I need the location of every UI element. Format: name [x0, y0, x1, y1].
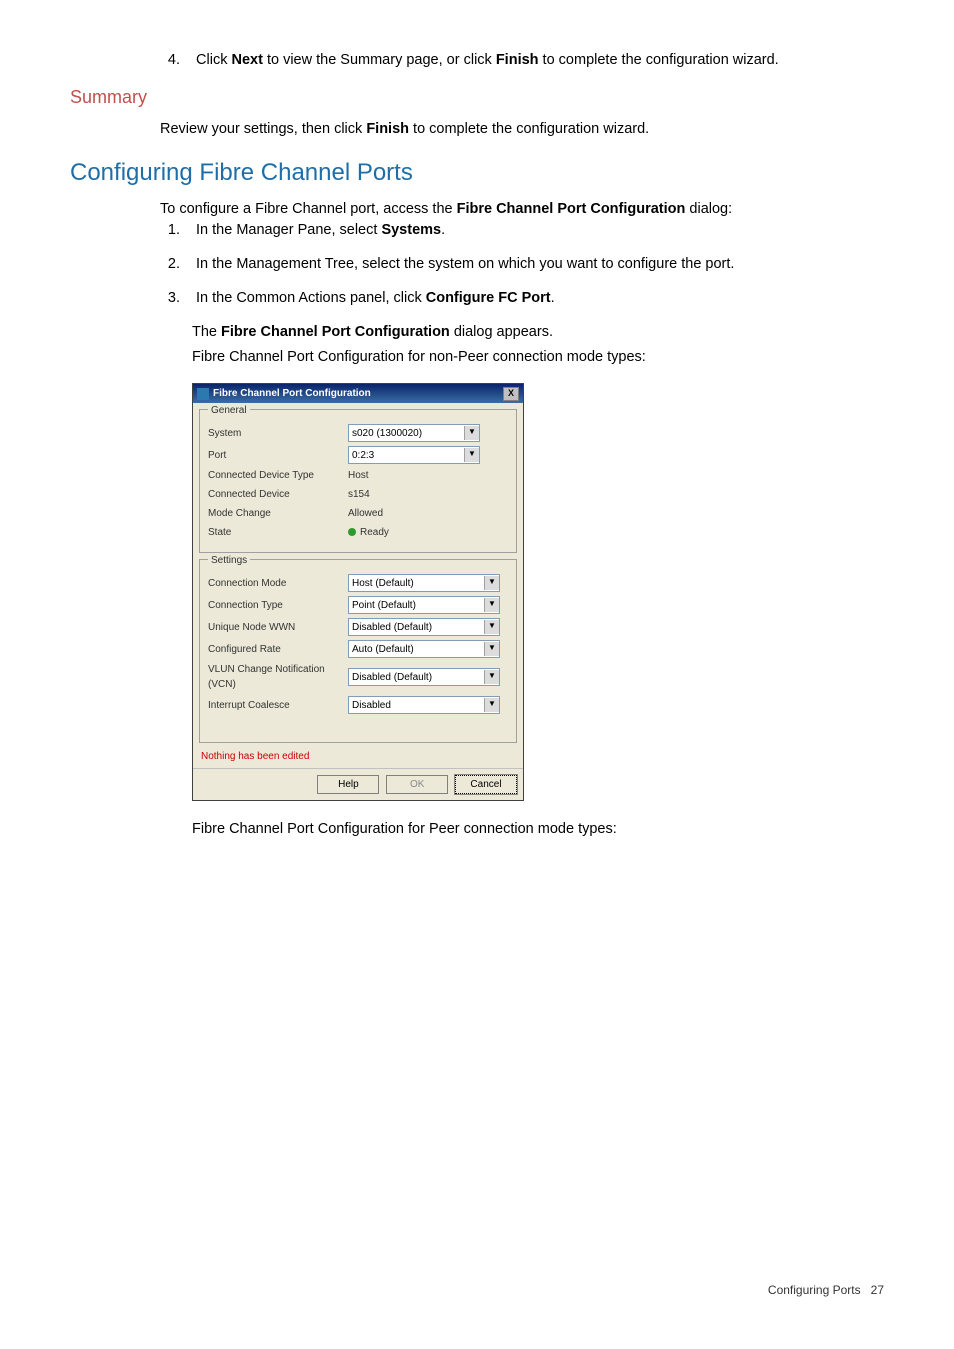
step-number: 2.: [160, 254, 180, 276]
config-intro: To configure a Fibre Channel port, acces…: [160, 199, 884, 221]
connection-mode-dropdown[interactable]: Host (Default)▼: [348, 574, 500, 592]
step-number: 1.: [160, 220, 180, 242]
fc-port-config-dialog: Fibre Channel Port Configuration X Gener…: [192, 383, 524, 801]
dialog-buttonbar: Help OK Cancel: [193, 768, 523, 800]
dialog-title-text: Fibre Channel Port Configuration: [213, 386, 371, 401]
connection-mode-label: Connection Mode: [208, 576, 348, 591]
dialog-titlebar[interactable]: Fibre Channel Port Configuration X: [193, 384, 523, 403]
step-number: 3.: [160, 288, 180, 310]
dialog-appears-text: The Fibre Channel Port Configuration dia…: [192, 322, 884, 344]
state-value: Ready: [348, 525, 389, 540]
chevron-down-icon[interactable]: ▼: [484, 620, 499, 634]
interrupt-coalesce-label: Interrupt Coalesce: [208, 698, 348, 713]
general-fieldset: General System s020 (1300020) ▼ Port 0:2…: [199, 409, 517, 553]
page-footer: Configuring Ports 27: [70, 1281, 884, 1299]
cancel-button[interactable]: Cancel: [455, 775, 517, 794]
unique-node-wwn-label: Unique Node WWN: [208, 620, 348, 635]
vcn-label: VLUN Change Notification (VCN): [208, 662, 348, 692]
interrupt-coalesce-dropdown[interactable]: Disabled▼: [348, 696, 500, 714]
mode-change-value: Allowed: [348, 506, 383, 521]
chevron-down-icon[interactable]: ▼: [464, 426, 479, 440]
help-button[interactable]: Help: [317, 775, 379, 794]
config-step-3: 3. In the Common Actions panel, click Co…: [160, 288, 884, 310]
system-dropdown[interactable]: s020 (1300020) ▼: [348, 424, 480, 442]
general-legend: General: [208, 403, 250, 418]
chevron-down-icon[interactable]: ▼: [484, 670, 499, 684]
footer-page: 27: [871, 1283, 884, 1297]
unique-node-wwn-dropdown[interactable]: Disabled (Default)▼: [348, 618, 500, 636]
settings-legend: Settings: [208, 553, 250, 568]
connected-device-type-value: Host: [348, 468, 369, 483]
configuring-heading: Configuring Fibre Channel Ports: [70, 155, 884, 191]
summary-heading: Summary: [70, 84, 884, 111]
port-label: Port: [208, 448, 348, 463]
settings-fieldset: Settings Connection Mode Host (Default)▼…: [199, 559, 517, 743]
state-label: State: [208, 525, 348, 540]
step-number: 4.: [160, 50, 180, 72]
vcn-dropdown[interactable]: Disabled (Default)▼: [348, 668, 500, 686]
step-4: 4. Click Next to view the Summary page, …: [160, 50, 884, 72]
port-dropdown[interactable]: 0:2:3 ▼: [348, 446, 480, 464]
chevron-down-icon[interactable]: ▼: [484, 642, 499, 656]
config-step-1: 1. In the Manager Pane, select Systems.: [160, 220, 884, 242]
status-dot-icon: [348, 528, 356, 536]
nonpeer-caption: Fibre Channel Port Configuration for non…: [192, 347, 884, 369]
step4-text: Click Next to view the Summary page, or …: [196, 52, 779, 68]
chevron-down-icon[interactable]: ▼: [484, 576, 499, 590]
connected-device-label: Connected Device: [208, 487, 348, 502]
config-step-2: 2. In the Management Tree, select the sy…: [160, 254, 884, 276]
chevron-down-icon[interactable]: ▼: [484, 598, 499, 612]
chevron-down-icon[interactable]: ▼: [484, 698, 499, 712]
chevron-down-icon[interactable]: ▼: [464, 448, 479, 462]
configured-rate-label: Configured Rate: [208, 642, 348, 657]
configured-rate-dropdown[interactable]: Auto (Default)▼: [348, 640, 500, 658]
ok-button[interactable]: OK: [386, 775, 448, 794]
footer-label: Configuring Ports: [768, 1283, 861, 1297]
close-icon[interactable]: X: [503, 387, 519, 401]
dialog-icon: [197, 388, 209, 400]
summary-body: Review your settings, then click Finish …: [160, 119, 884, 141]
status-message: Nothing has been edited: [201, 749, 515, 764]
connected-device-value: s154: [348, 487, 370, 502]
mode-change-label: Mode Change: [208, 506, 348, 521]
connection-type-dropdown[interactable]: Point (Default)▼: [348, 596, 500, 614]
peer-caption: Fibre Channel Port Configuration for Pee…: [192, 819, 884, 841]
connected-device-type-label: Connected Device Type: [208, 468, 348, 483]
connection-type-label: Connection Type: [208, 598, 348, 613]
system-label: System: [208, 426, 348, 441]
